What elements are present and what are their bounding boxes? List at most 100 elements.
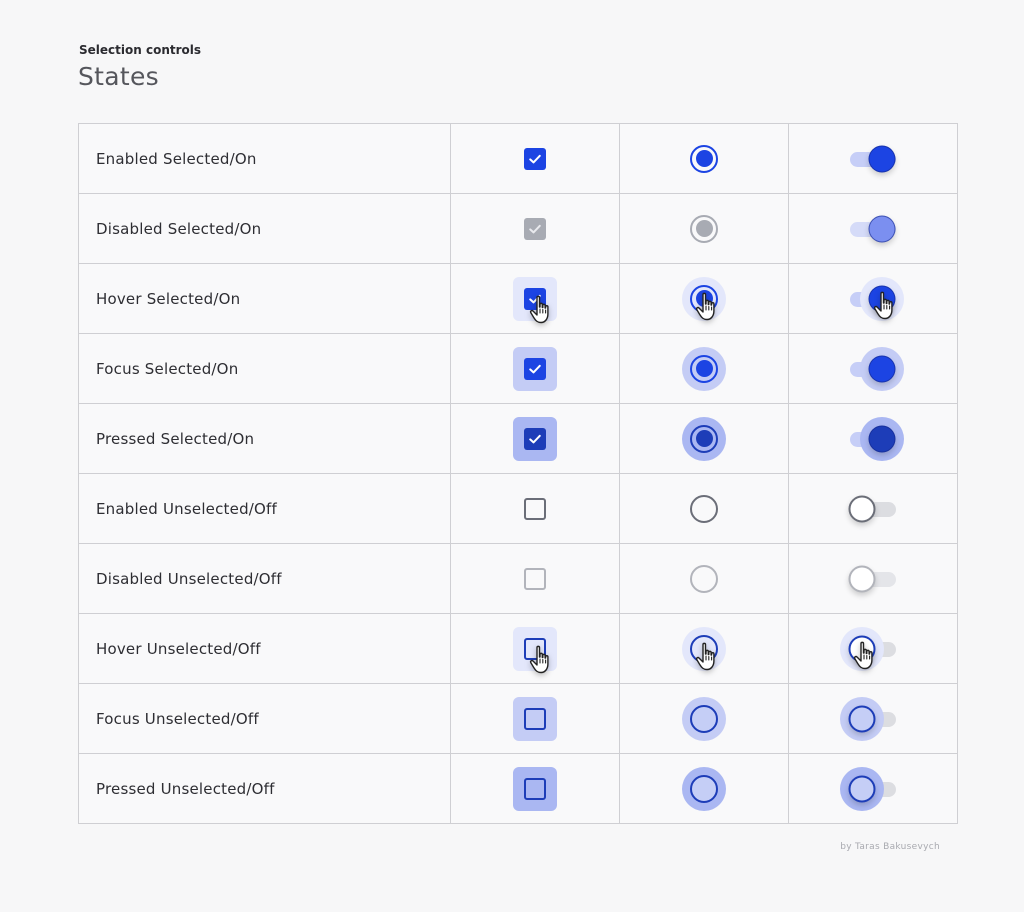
state-label: Hover Unselected/Off [78, 613, 451, 684]
table-row: Hover Unselected/Off [78, 613, 958, 684]
radio-button[interactable] [690, 214, 718, 243]
switch[interactable] [848, 144, 898, 174]
checkbox-box [524, 287, 546, 310]
switch-cell [788, 123, 958, 194]
check-icon [529, 224, 541, 233]
check-icon [529, 434, 541, 443]
radio-cell [619, 123, 789, 194]
checkbox-box [524, 147, 546, 170]
switch[interactable] [840, 626, 898, 671]
table-row: Disabled Unselected/Off [78, 543, 958, 614]
checkbox-cell [450, 683, 620, 754]
switch[interactable] [848, 494, 898, 524]
checkbox-cell [450, 753, 620, 824]
state-label: Enabled Selected/On [78, 123, 451, 194]
state-label: Pressed Unselected/Off [78, 753, 451, 824]
switch[interactable] [848, 346, 904, 391]
checkbox-cell [450, 263, 620, 334]
radio-button[interactable] [682, 416, 726, 461]
radio-button[interactable] [690, 144, 718, 173]
radio-cell [619, 263, 789, 334]
state-label: Focus Unselected/Off [78, 683, 451, 754]
radio-cell [619, 753, 789, 824]
state-label: Pressed Selected/On [78, 403, 451, 474]
table-row: Pressed Selected/On [78, 403, 958, 474]
checkbox-cell [450, 123, 620, 194]
table-row: Focus Selected/On [78, 333, 958, 404]
radio-dot [695, 360, 713, 377]
radio-ring [690, 214, 718, 243]
radio-button[interactable] [682, 276, 726, 321]
radio-cell [619, 403, 789, 474]
radio-cell [619, 473, 789, 544]
checkbox[interactable] [513, 346, 557, 391]
switch[interactable] [848, 214, 898, 244]
switch-cell [788, 753, 958, 824]
switch-cell [788, 333, 958, 404]
switch-cell [788, 543, 958, 614]
checkbox-box [524, 427, 546, 450]
checkbox-box [524, 357, 546, 380]
switch-cell [788, 263, 958, 334]
radio-ring [690, 284, 718, 313]
checkbox-cell [450, 403, 620, 474]
switch-cell [788, 613, 958, 684]
radio-ring [690, 494, 718, 523]
radio-cell [619, 613, 789, 684]
checkbox-box [524, 497, 546, 520]
checkbox-cell [450, 473, 620, 544]
check-icon [529, 154, 541, 163]
radio-cell [619, 333, 789, 404]
table-row: Enabled Unselected/Off [78, 473, 958, 544]
checkbox-box [524, 637, 546, 660]
checkbox[interactable] [524, 497, 546, 520]
table-row: Pressed Unselected/Off [78, 753, 958, 824]
state-label: Hover Selected/On [78, 263, 451, 334]
switch-thumb [848, 635, 876, 662]
switch-thumb [868, 215, 896, 242]
radio-cell [619, 543, 789, 614]
switch-thumb [868, 355, 896, 382]
checkbox[interactable] [513, 696, 557, 741]
checkbox[interactable] [513, 626, 557, 673]
check-icon [529, 294, 541, 303]
table-row: Hover Selected/On [78, 263, 958, 334]
radio-button[interactable] [682, 766, 726, 811]
checkbox[interactable] [513, 416, 557, 461]
radio-dot [695, 430, 713, 447]
switch-cell [788, 193, 958, 264]
section-eyebrow: Selection controls [79, 43, 202, 57]
radio-button[interactable] [682, 346, 726, 391]
switch-cell [788, 683, 958, 754]
switch[interactable] [848, 276, 904, 321]
checkbox-box [524, 707, 546, 730]
radio-ring [690, 704, 718, 733]
checkbox[interactable] [524, 217, 546, 240]
switch-thumb [848, 565, 876, 592]
table-row: Focus Unselected/Off [78, 683, 958, 754]
switch[interactable] [848, 416, 904, 461]
states-table: Enabled Selected/On Disabled Selected/On H… [78, 123, 958, 824]
radio-button[interactable] [682, 696, 726, 741]
radio-cell [619, 683, 789, 754]
radio-ring [690, 634, 718, 663]
radio-ring [690, 424, 718, 453]
page-title: States [78, 62, 159, 91]
checkbox[interactable] [513, 766, 557, 811]
switch[interactable] [840, 766, 898, 811]
switch[interactable] [840, 696, 898, 741]
checkbox-box [524, 217, 546, 240]
checkbox-box [524, 777, 546, 800]
table-row: Enabled Selected/On [78, 123, 958, 194]
radio-button[interactable] [682, 626, 726, 671]
checkbox[interactable] [524, 147, 546, 170]
radio-cell [619, 193, 789, 264]
radio-button[interactable] [690, 564, 718, 593]
checkbox-cell [450, 333, 620, 404]
state-label: Enabled Unselected/Off [78, 473, 451, 544]
switch-thumb [868, 145, 896, 172]
checkbox[interactable] [513, 276, 557, 323]
checkbox[interactable] [524, 567, 546, 590]
radio-button[interactable] [690, 494, 718, 523]
switch[interactable] [848, 564, 898, 594]
